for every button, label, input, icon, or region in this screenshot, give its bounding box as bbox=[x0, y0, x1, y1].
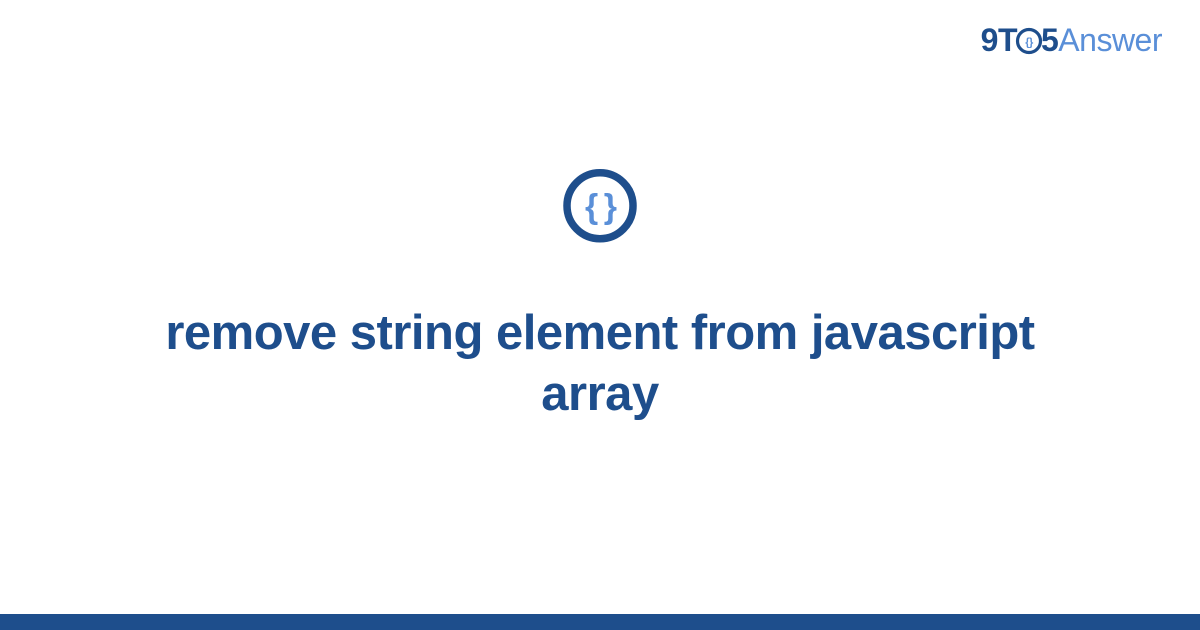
logo-answer: Answer bbox=[1058, 22, 1162, 58]
bottom-accent-bar bbox=[0, 614, 1200, 630]
site-logo: 9T {} 5Answer bbox=[981, 22, 1162, 59]
svg-text:{}: {} bbox=[1025, 36, 1034, 48]
logo-o-icon: {} bbox=[1015, 27, 1043, 55]
braces-icon: { } bbox=[561, 167, 639, 245]
page-title: remove string element from javascript ar… bbox=[150, 303, 1050, 426]
svg-text:{ }: { } bbox=[585, 188, 617, 226]
logo-five: 5 bbox=[1041, 22, 1058, 58]
main-content: { } remove string element from javascrip… bbox=[0, 167, 1200, 426]
logo-nine: 9 bbox=[981, 22, 998, 58]
